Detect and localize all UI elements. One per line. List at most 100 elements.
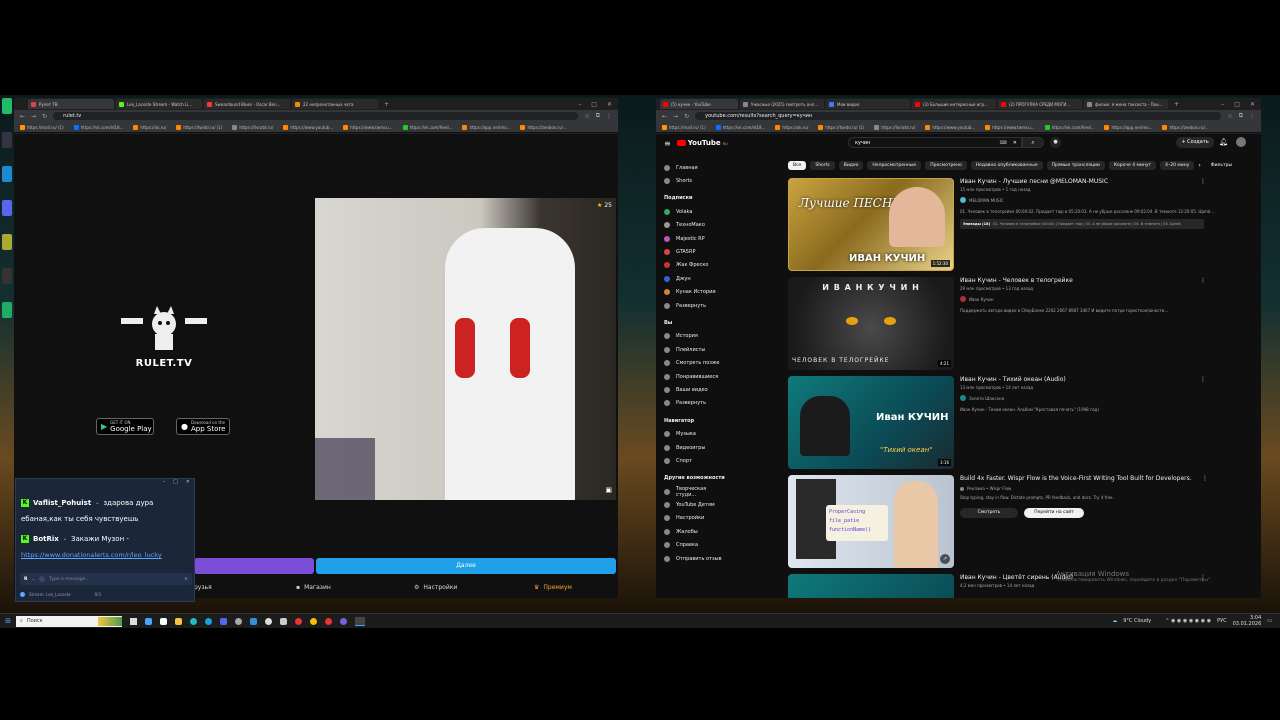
sidebar-item[interactable]: Видеоигры (664, 441, 726, 454)
sidebar-item[interactable]: Плейлисты (664, 343, 726, 356)
sidebar-item[interactable]: YouTube Детям (664, 498, 726, 511)
right-tab-1[interactable]: (5) кучин - YouTube (660, 99, 738, 109)
bookmark[interactable]: https://mail.ru/ (1) (662, 124, 706, 130)
forward-icon[interactable]: → (673, 113, 678, 120)
sidebar-item[interactable]: Shorts (664, 174, 726, 187)
back-icon[interactable]: ← (662, 113, 667, 120)
chip[interactable]: Недавно опубликованные (970, 160, 1043, 170)
app-store-badge[interactable]: ● Download on the App Store (176, 418, 230, 435)
close-icon[interactable]: ✕ (186, 479, 190, 489)
yt-search-input[interactable]: кучин ⌨ ✕ (848, 137, 1022, 148)
sidebar-item[interactable]: Творческая студи... (664, 485, 726, 498)
left-tab-3[interactable]: Sweardound Blues - Oscar Ben... (204, 99, 290, 109)
app-icon[interactable] (280, 617, 287, 625)
bookmark[interactable]: https://ok.ru/ (775, 124, 808, 130)
new-tab-icon[interactable]: + (1174, 101, 1179, 108)
video-thumbnail[interactable]: И В А Н К У Ч И Н ЧЕЛОВЕК В ТЕЛОГРЕЙКЕ 4… (788, 277, 954, 370)
sidebar-item[interactable]: Развернуть (664, 299, 726, 312)
minimize-icon[interactable]: – (163, 479, 166, 489)
google-play-badge[interactable]: ▶ GET IT ON Google Play (96, 418, 154, 435)
app-icon[interactable] (295, 617, 302, 625)
bell-icon[interactable]: 🔔︎ (1219, 138, 1228, 146)
taskbar-search[interactable]: ⌕ Поиск (16, 615, 122, 627)
chip[interactable]: Просмотрено (925, 160, 967, 170)
left-tab-4[interactable]: 22 непрочитанных чата (292, 99, 378, 109)
telegram-icon[interactable] (205, 617, 212, 625)
nav-shop[interactable]: ▪ Магазин (296, 584, 414, 591)
desktop-app-icon[interactable] (2, 98, 12, 114)
bookmark[interactable]: https://zeebox.ru/... (1162, 124, 1209, 130)
app-icon[interactable] (340, 617, 347, 625)
nav-friends[interactable]: рузья (194, 584, 296, 591)
bookmark[interactable]: https://zeebox.ru/... (520, 124, 567, 130)
chat-link[interactable]: https://www.donationalerts.com/r/leo_luc… (21, 547, 189, 563)
more-icon[interactable]: ⋮ (1200, 277, 1206, 284)
reload-icon[interactable]: ↻ (684, 113, 689, 120)
more-icon[interactable]: ⋮ (1200, 178, 1206, 185)
bookmark[interactable]: https://vk.com/id18... (715, 124, 765, 130)
sidebar-item[interactable]: Настройки (664, 512, 726, 525)
sidebar-section-title[interactable]: Вы (664, 316, 726, 329)
video-title[interactable]: Иван Кучин - Человек в телогрейке (960, 277, 1250, 284)
bookmark[interactable]: https://app.nerimo... (1104, 124, 1152, 130)
edge-icon[interactable] (190, 617, 197, 625)
channel-row[interactable]: Иван Кучин (960, 296, 1250, 302)
bookmark[interactable]: https://www.twmcu... (343, 124, 393, 130)
bookmark[interactable]: https://livratd.ru/ (874, 124, 915, 130)
right-tab-5[interactable]: (2) ПРОГУЛКА СРЕДИ МОГИ... (998, 99, 1082, 109)
more-icon[interactable]: ⋮ (1200, 376, 1206, 383)
chat-input[interactable]: R ⌄ Type a message... ➤ (20, 573, 192, 585)
bookmark[interactable]: https://twidd.ru/ (1) (818, 124, 864, 130)
star-icon[interactable]: ☆ (1227, 113, 1232, 120)
right-tab-4[interactable]: (3) Большие интересные игр... (912, 99, 996, 109)
video-thumbnail[interactable]: Лучшие ПЕСНИ ИВАН КУЧИН 1:52:30 (788, 178, 954, 271)
stop-button[interactable] (194, 558, 314, 574)
app-icon[interactable] (220, 617, 227, 625)
sidebar-section-title[interactable]: Подписки (664, 192, 726, 205)
search-button[interactable]: ⌕ (1022, 137, 1044, 148)
bookmark[interactable]: https://www.youtub... (283, 124, 333, 130)
minimize-icon[interactable]: – (1221, 101, 1224, 108)
bookmark[interactable]: https://mail.ru/ (1) (20, 124, 64, 130)
external-link-icon[interactable]: ↗ (940, 554, 950, 564)
sidebar-item[interactable]: ТехноМако (664, 219, 726, 232)
bookmark[interactable]: https://ok.ru/ (133, 124, 166, 130)
right-address-bar[interactable]: youtube.com/results?search_query=кучин (695, 112, 1222, 120)
sidebar-item[interactable]: Жак Фреско (664, 259, 726, 272)
chip[interactable]: Прямые трансляции (1046, 160, 1105, 170)
app-icon[interactable] (160, 617, 167, 625)
desktop-app-icon[interactable] (2, 200, 12, 216)
desktop-app-icon[interactable] (2, 132, 12, 148)
more-icon[interactable]: ⋮ (1202, 475, 1208, 482)
start-icon[interactable]: ⊞ (0, 617, 16, 625)
chrome-icon[interactable] (310, 617, 317, 625)
sidebar-item[interactable]: Ваши видео (664, 383, 726, 396)
sidebar-item[interactable]: Джун (664, 272, 726, 285)
sidebar-item[interactable]: Справка (664, 539, 726, 552)
bookmark[interactable]: https://app.nerimo... (462, 124, 510, 130)
watch-button[interactable]: Смотреть (960, 508, 1018, 518)
sidebar-item[interactable]: Смотреть позже (664, 356, 726, 369)
bookmark[interactable]: https://www.youtub... (925, 124, 975, 130)
chip[interactable]: Shorts (810, 160, 835, 170)
extensions-icon[interactable]: ⧉ (1239, 112, 1243, 120)
mic-icon[interactable]: ● (1050, 137, 1061, 148)
maximize-icon[interactable]: □ (173, 479, 178, 489)
star-icon[interactable]: ☆ (584, 113, 589, 120)
channel-row[interactable]: MELOMAN MUSIC (960, 197, 1250, 203)
channel-row[interactable]: Реклама • Wispr Flow (960, 486, 1250, 491)
hamburger-icon[interactable]: ≡ (664, 139, 671, 148)
video-thumbnail[interactable]: Иван КУЧИН "Тихий океан" 3:16 (788, 376, 954, 469)
language-indicator[interactable]: РУС (1217, 618, 1227, 624)
sidebar-item[interactable]: Жалобы (664, 525, 726, 538)
chip[interactable]: Короче 4 минут (1108, 160, 1157, 170)
app-icon[interactable] (235, 617, 242, 625)
bookmark[interactable]: https://twidd.ru/ (1) (176, 124, 222, 130)
video-thumbnail[interactable] (788, 574, 954, 598)
minimize-icon[interactable]: – (578, 101, 581, 108)
visit-site-button[interactable]: Перейти на сайт (1024, 508, 1084, 518)
desktop-app-icon[interactable] (2, 268, 12, 284)
menu-icon[interactable]: ⋮ (606, 113, 612, 120)
new-tab-icon[interactable]: + (384, 101, 389, 108)
app-icon[interactable] (250, 617, 257, 625)
